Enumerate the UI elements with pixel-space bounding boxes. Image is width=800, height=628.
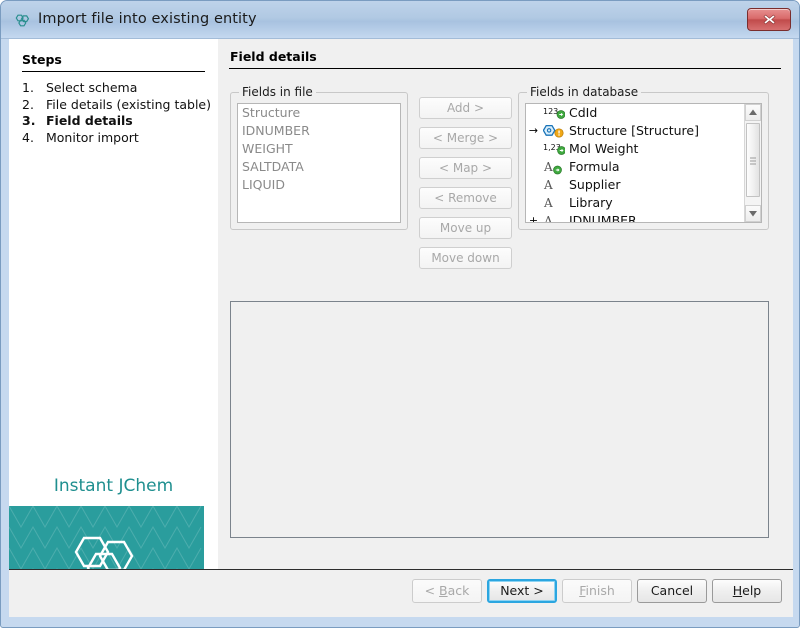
step-item-1: 1. Select schema [22,80,212,97]
text-field-icon: A [543,158,565,176]
help-button-label: Help [732,583,762,598]
list-item[interactable]: LIQUID [238,176,400,194]
fields-in-file-list[interactable]: Structure IDNUMBER WEIGHT SALTDATA LIQUI… [237,103,401,223]
dialog-window: Import file into existing entity Steps 1… [0,0,800,628]
list-item[interactable]: IDNUMBER [238,122,400,140]
scrollbar-thumb[interactable] [746,123,760,197]
fields-in-database-list[interactable]: 123 CdId → Structure [Structure] 1,23 Mo… [525,103,762,223]
table-row[interactable]: A Formula [526,158,745,176]
svg-text:123: 123 [543,107,558,116]
fields-in-database-label: Fields in database [527,85,642,99]
dialog-client-area: Steps 1. Select schema 2. File details (… [9,39,793,617]
move-up-button[interactable]: Move up [419,217,512,239]
step-item-4: 4. Monitor import [22,130,212,147]
step-label: Monitor import [46,129,139,145]
svg-text:A: A [543,160,553,174]
finish-button[interactable]: Finish [562,579,632,603]
structure-field-icon [542,122,565,140]
step-item-3: 3. Field details [22,113,212,130]
list-item[interactable]: SALTDATA [238,158,400,176]
step-number: 3. [22,113,36,128]
back-button[interactable]: < Back [412,579,482,603]
next-button-label: Next > [500,583,544,598]
steps-list: 1. Select schema 2. File details (existi… [22,80,212,146]
step-label: File details (existing table) [46,96,211,112]
window-title: Import file into existing entity [38,11,257,27]
field-name: CdId [568,105,598,120]
text-field-icon: A [543,176,565,194]
svg-text:A: A [543,196,553,210]
field-name: Formula [568,159,620,174]
back-button-label: < Back [424,583,470,598]
step-number: 2. [22,96,34,112]
field-name: Supplier [568,177,621,192]
step-label: Field details [46,113,133,128]
scroll-up-icon[interactable] [745,104,761,121]
step-number: 4. [22,129,34,145]
steps-divider [22,71,205,72]
field-name: Structure [Structure] [568,123,699,138]
content-panel: Field details Fields in file Structure I… [218,39,793,569]
scroll-down-icon[interactable] [745,205,761,222]
help-button[interactable]: Help [712,579,782,603]
add-button[interactable]: Add > [419,97,512,119]
list-item[interactable]: Structure [238,104,400,122]
table-row[interactable]: 123 CdId [526,104,745,122]
cancel-button-label: Cancel [650,583,694,598]
new-field-marker: + [528,214,539,222]
page-title: Field details [230,49,317,64]
steps-heading: Steps [22,52,62,67]
step-label: Select schema [46,80,138,95]
table-row[interactable]: A Library [526,194,745,212]
move-down-button[interactable]: Move down [419,247,512,269]
table-row[interactable]: A Supplier [526,176,745,194]
vertical-scrollbar[interactable] [744,104,761,222]
svg-text:A: A [543,178,553,192]
brand-name: Instant JChem [53,476,174,496]
field-name: IDNUMBER [568,213,637,222]
cancel-button[interactable]: Cancel [637,579,707,603]
molecule-hexagon-icon [14,12,31,29]
title-bar[interactable]: Import file into existing entity [1,1,799,39]
field-detail-panel [230,301,769,538]
map-button[interactable]: < Map > [419,157,512,179]
steps-panel: Steps 1. Select schema 2. File details (… [9,39,218,609]
next-button[interactable]: Next > [487,579,557,603]
close-button[interactable] [747,8,791,31]
merge-button[interactable]: < Merge > [419,127,512,149]
step-item-2: 2. File details (existing table) [22,97,212,114]
finish-button-label: Finish [579,583,615,598]
step-number: 1. [22,80,34,95]
text-field-icon: A [543,212,565,222]
svg-text:A: A [543,214,553,222]
field-name: Mol Weight [568,141,639,156]
list-item[interactable]: WEIGHT [238,140,400,158]
decimal-field-icon: 1,23 [543,140,565,158]
table-row[interactable]: + A IDNUMBER [526,212,745,222]
footer-bar: < Back Next > Finish Cancel Help [9,570,793,617]
table-row[interactable]: 1,23 Mol Weight [526,140,745,158]
integer-field-icon: 123 [543,104,565,122]
close-icon [748,12,790,27]
db-list-viewport: 123 CdId → Structure [Structure] 1,23 Mo… [526,104,745,222]
fields-in-file-label: Fields in file [239,85,316,99]
mapped-arrow-icon: → [528,124,539,137]
table-row[interactable]: → Structure [Structure] [526,122,745,140]
field-name: Library [568,195,613,210]
remove-button[interactable]: < Remove [419,187,512,209]
content-divider [229,68,781,69]
text-field-icon: A [543,194,565,212]
